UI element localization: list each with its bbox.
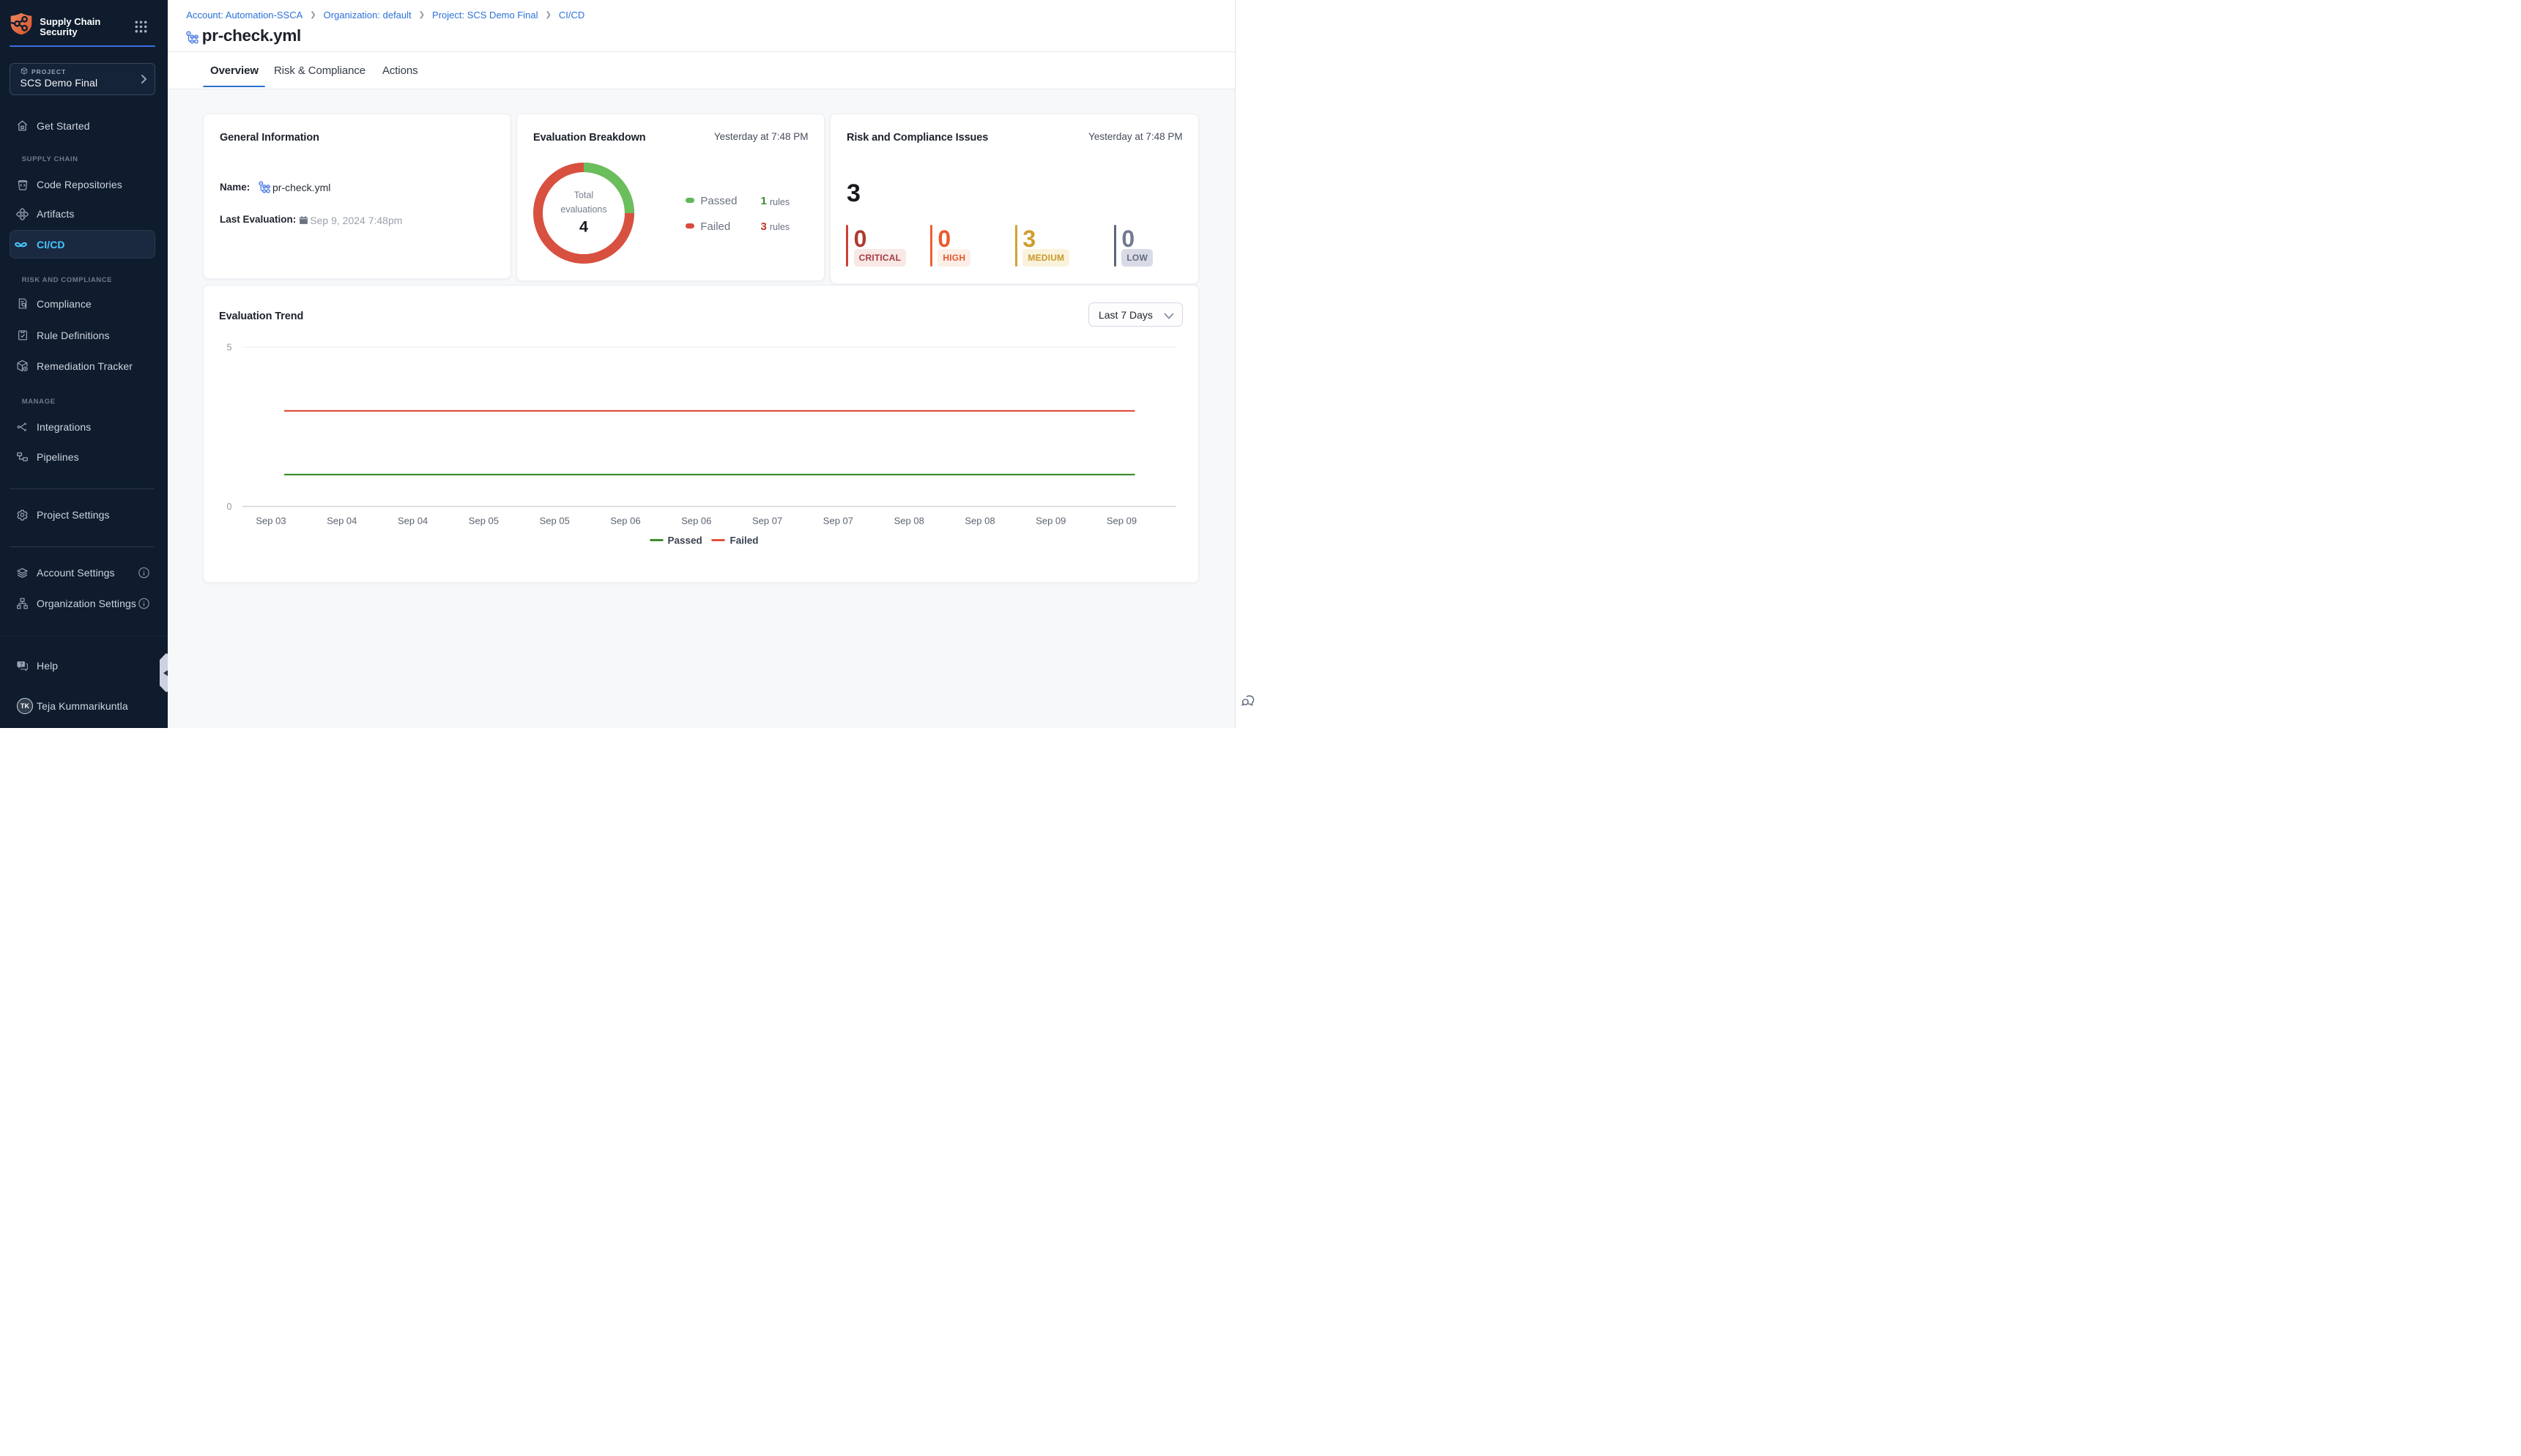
svg-text:0: 0: [227, 502, 232, 512]
svg-text:Passed: Passed: [668, 535, 702, 546]
svg-text:Sep 05: Sep 05: [540, 516, 570, 527]
svg-text:Sep 09: Sep 09: [1036, 516, 1066, 527]
svg-text:Sep 07: Sep 07: [823, 516, 853, 527]
svg-text:Sep 03: Sep 03: [256, 516, 286, 527]
svg-text:?: ?: [20, 662, 23, 667]
svg-text:Sep 04: Sep 04: [327, 516, 357, 527]
svg-text:Sep 07: Sep 07: [752, 516, 782, 527]
svg-text:Failed: Failed: [730, 535, 759, 546]
svg-text:Sep 06: Sep 06: [610, 516, 640, 527]
svg-text:evaluations: evaluations: [560, 204, 606, 215]
svg-text:Sep 06: Sep 06: [681, 516, 711, 527]
svg-text:Sep 05: Sep 05: [469, 516, 499, 527]
svg-text:4: 4: [579, 218, 588, 236]
svg-text:Sep 08: Sep 08: [965, 516, 995, 527]
svg-text:Sep 04: Sep 04: [398, 516, 428, 527]
svg-text:5: 5: [227, 343, 232, 353]
svg-text:Sep 09: Sep 09: [1107, 516, 1137, 527]
svg-text:Sep 08: Sep 08: [894, 516, 924, 527]
svg-text:Total: Total: [574, 190, 593, 201]
